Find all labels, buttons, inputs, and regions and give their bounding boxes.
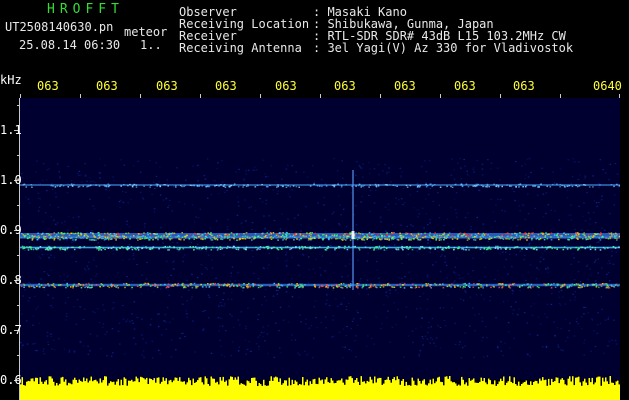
x-tick [260,94,261,98]
x-tick-label: 063 [275,79,297,93]
y-minor-tick [17,105,20,106]
filename-label: UT2508140630.pn [5,20,114,34]
y-minor-tick [17,255,20,256]
x-tick [440,94,441,98]
x-tick-label: 063 [96,79,118,93]
count-label: 1.. [140,38,162,52]
x-tick [560,94,561,98]
x-tick [80,94,81,98]
spectrogram-canvas [20,158,620,400]
datetime-label: 25.08.14 06:30 [19,38,121,52]
x-tick-label: 063 [454,79,476,93]
x-tick [140,94,141,98]
y-minor-tick [17,305,20,306]
x-tick-label: 063 [394,79,416,93]
y-minor-tick [17,355,20,356]
y-tick-label: 0.6 [0,373,22,387]
y-tick-label: 0.8 [0,273,22,287]
y-unit-label: kHz [0,73,22,87]
y-minor-tick [17,205,20,206]
antenna-key: Receiving Antenna [179,41,302,55]
x-tick [500,94,501,98]
x-tick [320,94,321,98]
antenna-value: : 3el Yagi(V) Az 330 for Vladivostok [313,41,574,55]
x-tick [380,94,381,98]
app-title: HROFFT [47,2,124,17]
y-tick-label: 0.9 [0,223,22,237]
meteor-label: meteor [124,25,168,39]
x-tick-label: 063 [513,79,535,93]
x-tick [20,94,21,98]
x-tick-label: 063 [334,79,356,93]
y-tick-label: 1.1 [0,123,22,137]
x-tick-label: 063 [156,79,178,93]
y-minor-tick [17,155,20,156]
x-tick-label: 063 [215,79,237,93]
y-tick-label: 0.7 [0,323,22,337]
y-tick-label: 1.0 [0,173,22,187]
x-tick-label: 063 [37,79,59,93]
x-tick [200,94,201,98]
x-tick [619,94,620,98]
x-tick-label: 0640 [593,79,622,93]
